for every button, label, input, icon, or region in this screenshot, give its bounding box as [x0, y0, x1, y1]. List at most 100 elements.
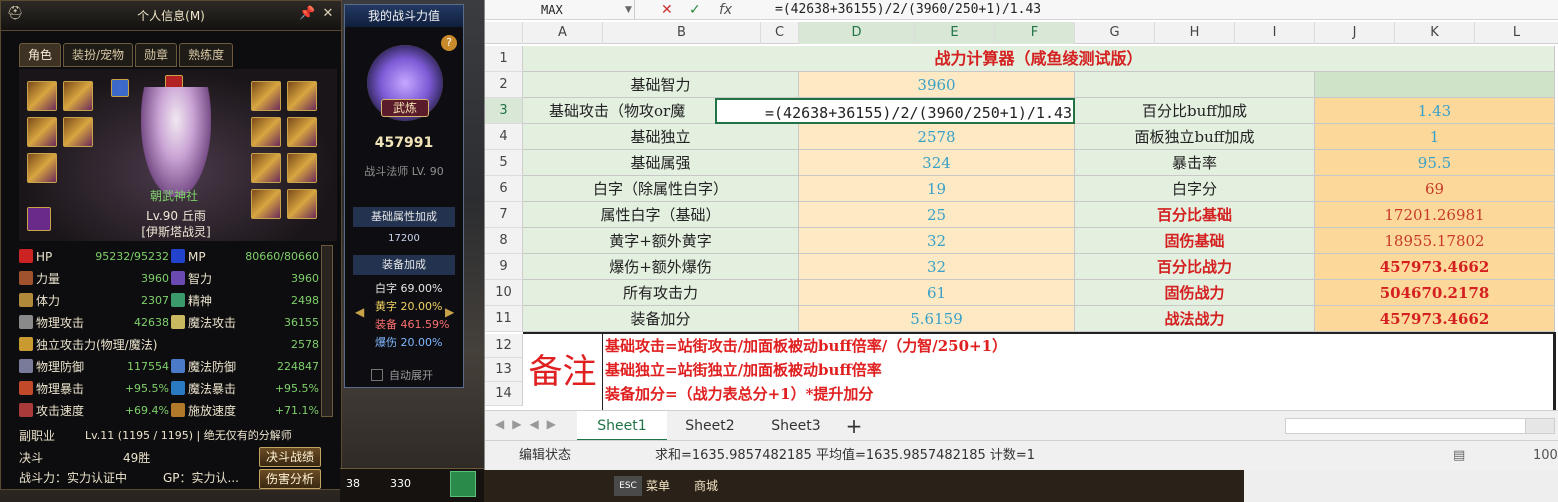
close-icon[interactable]: ✕ [321, 7, 335, 21]
row-header[interactable]: 5 [485, 150, 523, 176]
value-cell[interactable]: 324 [799, 150, 1075, 176]
tab-medal[interactable]: 勋章 [135, 43, 178, 67]
info-icon[interactable] [111, 79, 129, 97]
label-cell[interactable]: 面板独立buff加成 [1075, 124, 1315, 150]
value-cell[interactable]: 457973.4662 [1315, 254, 1555, 280]
chat-icon[interactable] [450, 471, 476, 497]
label-cell[interactable]: 战法战力 [1075, 306, 1315, 332]
name-box[interactable]: MAX [485, 0, 635, 20]
tab-proficiency[interactable]: 熟练度 [179, 43, 234, 67]
equip-slot[interactable] [251, 189, 281, 219]
label-cell[interactable]: 百分比基础 [1075, 202, 1315, 228]
column-header[interactable]: H [1155, 22, 1235, 44]
row-header[interactable]: 4 [485, 124, 523, 150]
pin-icon[interactable]: 📌 [299, 7, 315, 21]
row-header[interactable]: 1 [485, 46, 523, 72]
select-all-corner[interactable] [485, 22, 523, 44]
equip-slot[interactable] [27, 81, 57, 111]
row-header[interactable]: 2 [485, 72, 523, 98]
equip-slot[interactable] [287, 81, 317, 111]
value-cell[interactable]: 19 [799, 176, 1075, 202]
row-header[interactable]: 7 [485, 202, 523, 228]
sheet-nav-arrows-icon[interactable]: ◀▶◀▶ [495, 417, 564, 431]
tab-costume-pet[interactable]: 装扮/宠物 [63, 43, 134, 67]
label-cell[interactable]: 白字（除属性白字） [523, 176, 799, 202]
equip-slot[interactable] [251, 117, 281, 147]
label-cell[interactable]: 基础智力 [523, 72, 799, 98]
row-header[interactable]: 9 [485, 254, 523, 280]
label-cell[interactable]: 所有攻击力 [523, 280, 799, 306]
value-cell[interactable]: 25 [799, 202, 1075, 228]
column-header[interactable]: J [1315, 22, 1395, 44]
value-cell[interactable] [1315, 72, 1555, 98]
column-header[interactable]: F [995, 22, 1075, 44]
label-cell[interactable] [1075, 72, 1315, 98]
equip-slot[interactable] [251, 81, 281, 111]
help-icon[interactable]: ? [441, 35, 457, 51]
value-cell[interactable]: 18955.17802 [1315, 228, 1555, 254]
row-header[interactable]: 13 [485, 358, 523, 382]
value-cell[interactable]: 95.5 [1315, 150, 1555, 176]
row-header[interactable]: 10 [485, 280, 523, 306]
value-cell[interactable]: 69 [1315, 176, 1555, 202]
value-cell[interactable]: 1 [1315, 124, 1555, 150]
label-cell[interactable]: 百分比战力 [1075, 254, 1315, 280]
active-cell-editor[interactable]: =(42638+36155)/2/(3960/250+1)/1.43 [715, 98, 1075, 124]
equip-slot[interactable] [287, 153, 317, 183]
prev-arrow-icon[interactable]: ◀ [355, 305, 364, 319]
row-header[interactable]: 6 [485, 176, 523, 202]
cancel-icon[interactable]: ✕ [661, 0, 673, 20]
equip-slot[interactable] [27, 153, 57, 183]
zoom-level[interactable]: 100 [1533, 441, 1558, 471]
value-cell[interactable]: 2578 [799, 124, 1075, 150]
page-view-icon[interactable]: ▤ [1453, 441, 1465, 471]
heart-icon[interactable] [27, 207, 51, 231]
equip-slot[interactable] [63, 117, 93, 147]
equip-slot[interactable] [287, 117, 317, 147]
equip-slot[interactable] [27, 117, 57, 147]
tab-sheet2[interactable]: Sheet2 [667, 411, 753, 441]
value-cell[interactable]: 3960 [799, 72, 1075, 98]
column-header[interactable]: K [1395, 22, 1475, 44]
value-cell[interactable]: 32 [799, 254, 1075, 280]
note-line[interactable]: 基础独立=站街独立/加面板被动buff倍率 [605, 358, 882, 382]
column-header[interactable]: C [761, 22, 799, 44]
auto-expand-checkbox[interactable]: 自动展开 [371, 367, 433, 383]
stats-scrollbar[interactable] [321, 245, 333, 417]
row-header[interactable]: 8 [485, 228, 523, 254]
label-cell[interactable]: 基础独立 [523, 124, 799, 150]
column-header[interactable]: A [523, 22, 603, 44]
label-cell[interactable]: 基础属强 [523, 150, 799, 176]
column-header[interactable]: B [603, 22, 761, 44]
tab-sheet3[interactable]: Sheet3 [753, 411, 839, 441]
label-cell[interactable]: 属性白字（基础） [523, 202, 799, 228]
value-cell[interactable]: 457973.4662 [1315, 306, 1555, 332]
row-header[interactable]: 12 [485, 334, 523, 358]
row-header[interactable]: 11 [485, 306, 523, 332]
row-header[interactable]: 3 [485, 98, 523, 124]
add-sheet-button[interactable]: + [839, 411, 869, 441]
equip-slot[interactable] [251, 153, 281, 183]
note-line[interactable]: 装备加分=（战力表总分+1）*提升加分 [605, 382, 873, 406]
column-header[interactable]: L [1475, 22, 1558, 44]
label-cell[interactable]: 白字分 [1075, 176, 1315, 202]
value-cell[interactable]: 17201.26981 [1315, 202, 1555, 228]
value-cell[interactable]: 504670.2178 [1315, 280, 1555, 306]
tab-sheet1[interactable]: Sheet1 [577, 411, 667, 441]
equip-slot[interactable] [287, 189, 317, 219]
confirm-icon[interactable]: ✓ [689, 0, 701, 20]
column-header[interactable]: G [1075, 22, 1155, 44]
row-header[interactable]: 14 [485, 382, 523, 406]
function-icon[interactable]: fx [719, 0, 732, 20]
value-cell[interactable]: 32 [799, 228, 1075, 254]
note-line[interactable]: 基础攻击=站街攻击/加面板被动buff倍率/（力智/250+1） [605, 334, 1007, 358]
damage-analysis-button[interactable]: 伤害分析 [259, 469, 322, 489]
label-cell[interactable]: 暴击率 [1075, 150, 1315, 176]
label-cell[interactable]: 固伤基础 [1075, 228, 1315, 254]
equip-slot[interactable] [63, 81, 93, 111]
sheet-title[interactable]: 战力计算器（咸鱼绫测试版） [523, 46, 1555, 72]
shop-button[interactable]: 商城 [680, 476, 730, 496]
value-cell[interactable]: 1.43 [1315, 98, 1555, 124]
formula-input[interactable]: =(42638+36155)/2/(3960/250+1)/1.43 [775, 0, 1041, 20]
column-header[interactable]: D [799, 22, 915, 44]
